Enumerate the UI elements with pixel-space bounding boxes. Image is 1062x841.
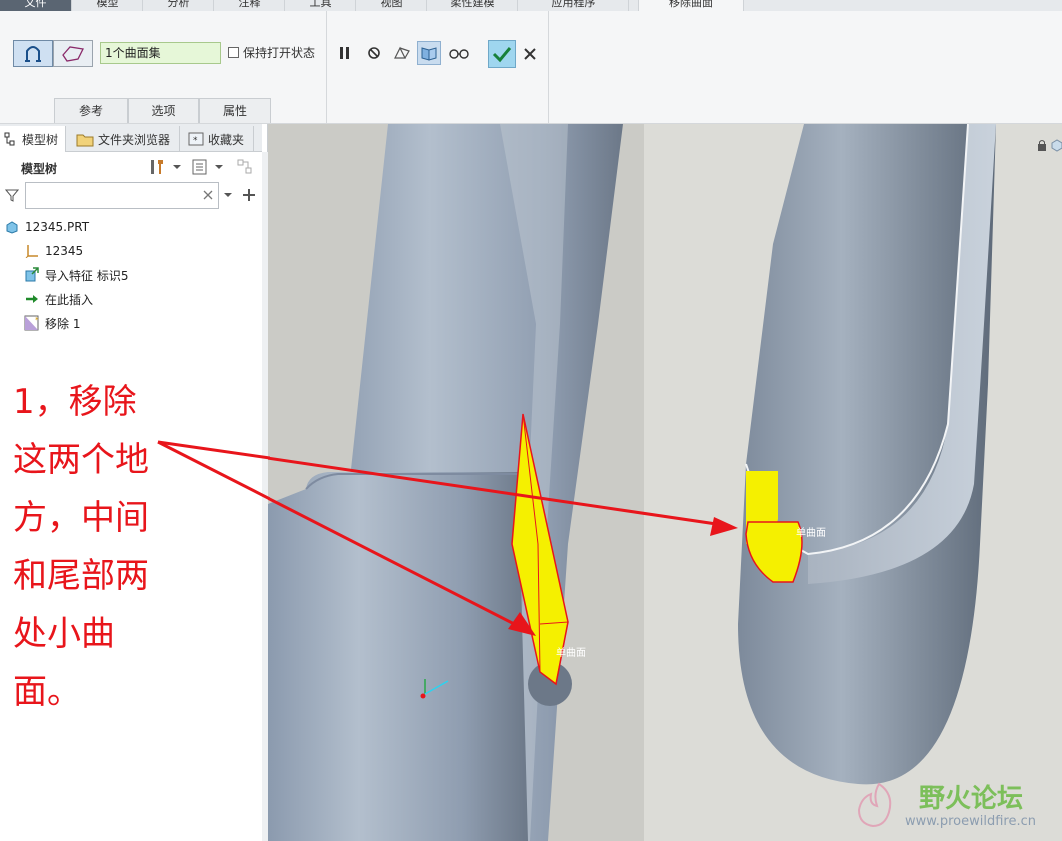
annotation-arrows [268, 456, 738, 636]
tab-annotate[interactable]: 注释 [215, 0, 285, 11]
chevron-down-icon[interactable] [214, 158, 224, 176]
part-icon [4, 219, 20, 235]
keep-open-checkbox[interactable]: 保持打开状态 [228, 44, 315, 61]
no-preview-button[interactable] [362, 41, 386, 65]
tab-view[interactable]: 视图 [357, 0, 427, 11]
chevron-down-icon[interactable] [223, 190, 233, 200]
svg-text:*: * [35, 316, 39, 324]
verify-mode-icon [421, 47, 437, 61]
checkmark-icon [492, 47, 512, 63]
note-line: 1，移除 [13, 382, 137, 422]
surface-type-button[interactable] [13, 40, 53, 67]
filter-icon[interactable] [5, 188, 19, 202]
add-icon[interactable] [242, 188, 256, 202]
ribbon-tab-bar: 文件 模型 分析 注释 工具 视图 柔性建模 应用程序 移除曲面 [0, 0, 1062, 11]
close-icon [524, 48, 536, 60]
verify-mode-button[interactable] [417, 41, 441, 65]
tree-item-csys[interactable]: 12345 [24, 240, 83, 262]
tree-item-label: 12345 [45, 244, 84, 258]
reference-collector[interactable]: 1个曲面集 [100, 42, 221, 64]
chevron-down-icon[interactable] [172, 158, 182, 176]
svg-text:*: * [193, 136, 198, 146]
tree-item-label: 12345.PRT [25, 220, 90, 234]
tree-filter-icon[interactable] [236, 158, 254, 176]
cancel-button[interactable] [520, 43, 540, 65]
import-feature-icon [24, 267, 40, 283]
note-line: 方，中间 [13, 498, 149, 538]
tree-item-remove-1[interactable]: * 移除 1 [24, 312, 80, 334]
remove-surface-dashboard: 1个曲面集 保持打开状态 参考 选项 属性 [0, 11, 1062, 124]
ok-button[interactable] [488, 40, 516, 68]
pause-button[interactable] [333, 41, 357, 65]
settings-tools-icon[interactable] [148, 158, 166, 176]
tab-model[interactable]: 模型 [73, 0, 143, 11]
navigator-tabs: 模型树 文件夹浏览器 * 收藏夹 [0, 124, 262, 152]
clear-search-icon[interactable] [203, 190, 213, 200]
note-line: 和尾部两 [13, 556, 149, 596]
keep-open-label: 保持打开状态 [243, 46, 316, 60]
folder-browser-icon [76, 134, 94, 147]
forum-watermark: 野火论坛 www.proewildfire.cn [849, 776, 1057, 836]
curve-chain-icon [62, 45, 84, 62]
tree-item-label: 导入特征 标识5 [45, 268, 129, 283]
divider [326, 11, 327, 123]
tree-item-label: 移除 1 [45, 316, 81, 331]
flame-logo-icon [857, 782, 892, 828]
tab-file[interactable]: 文件 [0, 0, 72, 11]
preview-geometry-icon [394, 46, 410, 59]
tab-favorites[interactable]: * 收藏夹 [184, 126, 254, 152]
tab-applications[interactable]: 应用程序 [519, 0, 629, 11]
note-line: 面。 [13, 672, 81, 712]
watermark-title: 野火论坛 [919, 784, 1024, 814]
watermark-url: www.proewildfire.cn [905, 814, 1036, 829]
pause-icon [340, 47, 349, 59]
tab-properties[interactable]: 属性 [199, 98, 271, 123]
note-line: 处小曲 [13, 614, 115, 654]
model-tree-header: 模型树 [0, 154, 262, 180]
tab-references[interactable]: 参考 [54, 98, 128, 123]
tab-remove-surface[interactable]: 移除曲面 [638, 0, 744, 11]
tree-search-input[interactable] [25, 182, 219, 209]
insert-here-arrow-icon [24, 291, 40, 307]
model-tree-title: 模型树 [21, 162, 58, 176]
favorites-icon: * [188, 132, 204, 146]
tab-options[interactable]: 选项 [128, 98, 199, 123]
graphics-viewport[interactable]: 单曲面 单曲面 [268, 124, 1062, 841]
note-line: 这两个地 [13, 440, 149, 480]
tab-favorites-label: 收藏夹 [208, 132, 245, 147]
tree-item-import-feature[interactable]: 导入特征 标识5 [24, 264, 128, 286]
tree-item-insert-here[interactable]: 在此插入 [24, 288, 93, 310]
show-menu-icon[interactable] [191, 158, 209, 176]
tab-tools[interactable]: 工具 [286, 0, 356, 11]
preview-geometry-button[interactable] [390, 41, 414, 65]
tab-flexible-modeling[interactable]: 柔性建模 [428, 0, 518, 11]
remove-surface-feature-icon: * [24, 315, 40, 331]
tab-folder-browser[interactable]: 文件夹浏览器 [72, 126, 180, 152]
model-tree-icon [4, 132, 15, 146]
glasses-icon [449, 49, 469, 59]
tree-item-part[interactable]: 12345.PRT [4, 216, 89, 238]
surface-icon [25, 45, 41, 62]
tree-search-row [0, 181, 262, 211]
glasses-preview-button[interactable] [447, 41, 471, 65]
chain-type-button[interactable] [53, 40, 93, 67]
no-preview-icon [368, 47, 380, 59]
divider [548, 11, 549, 123]
checkbox-box[interactable] [228, 47, 239, 58]
tree-item-label: 在此插入 [45, 292, 94, 307]
tab-model-tree[interactable]: 模型树 [0, 126, 66, 152]
csys-icon [24, 243, 40, 259]
tab-model-tree-label: 模型树 [22, 132, 59, 147]
tab-analysis[interactable]: 分析 [144, 0, 214, 11]
annotation-note: 1，移除 这两个地 方，中间 和尾部两 处小曲 面。 [4, 372, 156, 804]
tab-folder-browser-label: 文件夹浏览器 [98, 132, 171, 147]
